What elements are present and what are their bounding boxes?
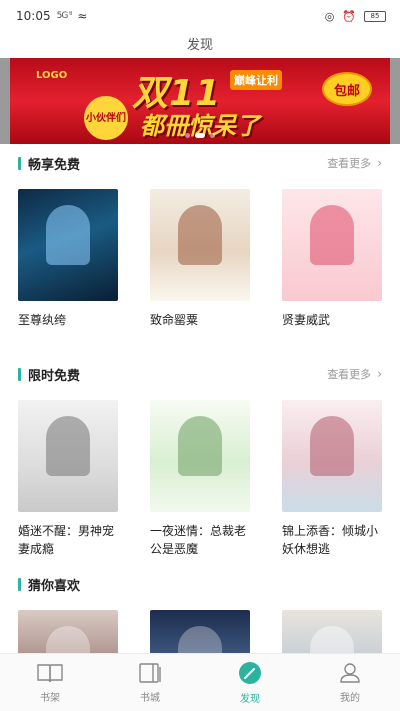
- wifi-icon: ≈: [77, 9, 88, 23]
- section-accent-bar: [18, 367, 21, 381]
- tab-mine[interactable]: 我的: [300, 654, 400, 711]
- tab-label: 发现: [240, 693, 260, 705]
- chevron-right-icon: ›: [377, 367, 382, 381]
- banner-next-peek: [390, 58, 400, 144]
- book-cover: [150, 400, 250, 512]
- section-free-enjoy: 畅享免费 查看更多 › 至尊纨绔 致命罂粟 贤妻威武: [0, 151, 400, 329]
- profile-icon: [340, 662, 360, 683]
- clock: 10:05: [16, 9, 51, 23]
- record-icon: ◎: [324, 9, 335, 23]
- book-store-icon: [139, 662, 161, 683]
- section-title: 限时免费: [18, 365, 80, 384]
- compass-icon: [239, 661, 261, 684]
- book-title: 婚迷不醒：男神宠妻成瘾: [18, 524, 115, 556]
- signal-icon: 5G ᵗˡ: [56, 11, 73, 21]
- book-title: 贤妻威武: [282, 313, 331, 327]
- book-item[interactable]: 致命罂粟: [150, 189, 250, 329]
- book-cover: [282, 189, 382, 301]
- tab-bookshelf[interactable]: 书架: [0, 654, 100, 711]
- banner-pagination: [185, 133, 215, 138]
- pagination-dot[interactable]: [185, 133, 190, 138]
- banner-coin: 包邮: [322, 72, 372, 106]
- pagination-dot-active[interactable]: [195, 133, 205, 138]
- book-title: 一夜迷情：总裁老公是恶魔: [150, 524, 247, 556]
- page-title: 发现: [186, 37, 213, 53]
- chevron-right-icon: ›: [377, 156, 382, 170]
- battery-icon: 85: [364, 10, 386, 22]
- book-item[interactable]: 一夜迷情：总裁老公是恶魔: [150, 400, 250, 558]
- book-cover: [18, 400, 118, 512]
- tab-label: 我的: [340, 692, 360, 704]
- section-accent-bar: [18, 577, 21, 591]
- tab-label: 书城: [140, 692, 160, 704]
- view-more-link[interactable]: 查看更多 ›: [327, 155, 382, 171]
- tab-store[interactable]: 书城: [100, 654, 200, 711]
- book-item[interactable]: 至尊纨绔: [18, 189, 118, 329]
- book-cover: [18, 189, 118, 301]
- banner-badge: 小伙伴们: [84, 96, 128, 140]
- book-cover: [150, 189, 250, 301]
- book-item[interactable]: 婚迷不醒：男神宠妻成瘾: [18, 400, 118, 558]
- pagination-dot[interactable]: [210, 133, 215, 138]
- status-bar: 10:05 5G ᵗˡ ≈ ◎ ⏰ 85: [0, 0, 400, 32]
- open-book-icon: [37, 663, 63, 682]
- section-accent-bar: [18, 156, 21, 170]
- banner-tag: 巅峰让利: [230, 70, 282, 90]
- tab-discover[interactable]: 发现: [200, 654, 300, 711]
- section-limited-free: 限时免费 查看更多 › 婚迷不醒：男神宠妻成瘾 一夜迷情：总裁老公是恶魔 锦上添…: [0, 362, 400, 558]
- banner-logo: LOGO: [36, 70, 68, 81]
- book-title: 锦上添香：倾城小妖休想逃: [282, 524, 379, 556]
- book-title: 致命罂粟: [150, 313, 199, 327]
- book-item[interactable]: 锦上添香：倾城小妖休想逃: [282, 400, 382, 558]
- section-title: 猜你喜欢: [18, 575, 80, 594]
- bottom-tab-bar: 书架 书城 发现 我的: [0, 653, 400, 711]
- book-title: 至尊纨绔: [18, 313, 67, 327]
- view-more-link[interactable]: 查看更多 ›: [327, 366, 382, 382]
- book-item[interactable]: 贤妻威武: [282, 189, 382, 329]
- book-cover: [282, 400, 382, 512]
- alarm-icon: ⏰: [342, 9, 356, 23]
- banner-prev-peek: [0, 58, 10, 144]
- promo-banner[interactable]: LOGO 小伙伴们 双11 巅峰让利 都冊惊呆了 包邮: [0, 58, 400, 144]
- section-title: 畅享免费: [18, 154, 80, 173]
- tab-label: 书架: [40, 692, 60, 704]
